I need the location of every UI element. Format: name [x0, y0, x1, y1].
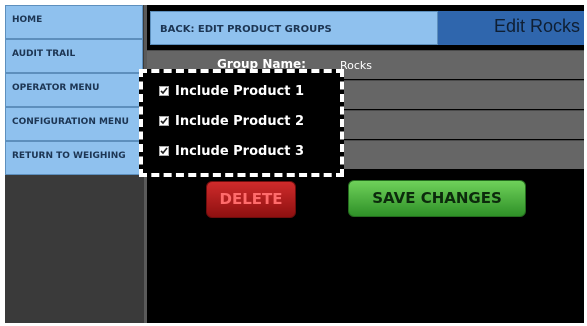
- save-changes-button[interactable]: SAVE CHANGES: [348, 180, 526, 217]
- sidebar-item-configuration-menu[interactable]: CONFIGURATION MENU: [5, 107, 143, 141]
- checkbox-checked-icon: [159, 116, 169, 126]
- include-product-3-label: Include Product 3: [175, 143, 305, 159]
- include-product-2-label: Include Product 2: [175, 113, 305, 129]
- sidebar-item-home[interactable]: HOME: [5, 5, 143, 39]
- checkbox-checked-icon: [159, 86, 169, 96]
- checkbox-checked-icon: [159, 146, 169, 156]
- include-product-1-checkbox[interactable]: Include Product 1: [159, 81, 304, 101]
- delete-button[interactable]: DELETE: [206, 181, 296, 218]
- sidebar-item-return-to-weighing[interactable]: RETURN TO WEIGHING: [5, 141, 143, 175]
- include-product-2-checkbox[interactable]: Include Product 2: [159, 111, 304, 131]
- sidebar: HOME AUDIT TRAIL OPERATOR MENU CONFIGURA…: [5, 5, 144, 323]
- page-title: Edit Rocks: [493, 16, 580, 36]
- sidebar-item-operator-menu[interactable]: OPERATOR MENU: [5, 73, 143, 107]
- include-product-3-checkbox[interactable]: Include Product 3: [159, 141, 304, 161]
- sidebar-item-audit-trail[interactable]: AUDIT TRAIL: [5, 39, 143, 73]
- checkbox-highlight-overlay: Include Product 1 Include Product 2 Incl…: [139, 69, 344, 177]
- include-product-1-label: Include Product 1: [175, 83, 305, 99]
- back-button[interactable]: BACK: EDIT PRODUCT GROUPS: [150, 11, 438, 45]
- group-name-value[interactable]: Rocks: [340, 59, 372, 72]
- title-bar: Edit Rocks: [438, 11, 584, 45]
